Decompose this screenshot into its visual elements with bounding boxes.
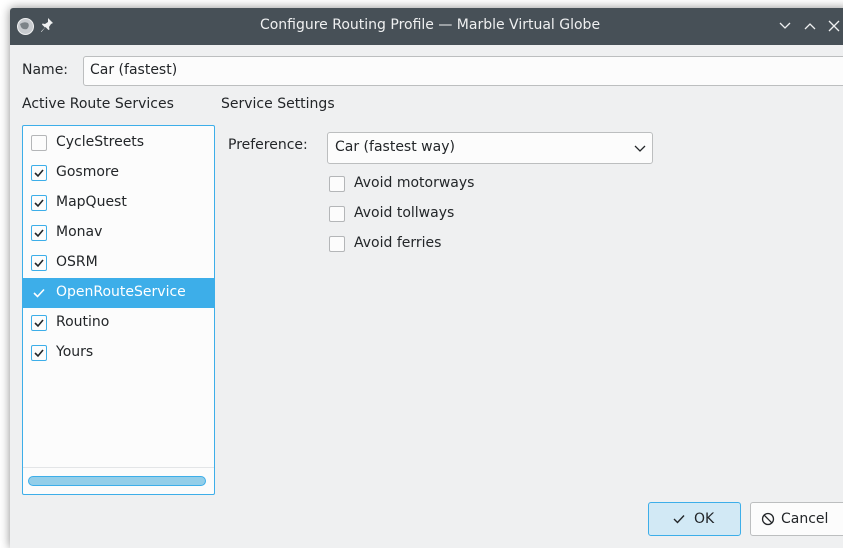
list-item-label: OSRM [56,254,98,270]
horizontal-scrollbar[interactable] [28,476,206,486]
list-item[interactable]: Yours [23,338,214,368]
list-item-label: Monav [56,224,103,240]
checkbox[interactable] [329,176,345,192]
list-item-label: Routino [56,314,110,330]
checkbox[interactable] [31,165,47,181]
check-icon [673,515,685,524]
title-bar[interactable]: Configure Routing Profile — Marble Virtu… [10,8,843,45]
cancel-label: Cancel [781,511,829,527]
list-item-selected[interactable]: OpenRouteService [23,278,214,308]
divider [23,467,214,468]
checkbox[interactable] [329,236,345,252]
chevron-down-icon [634,145,646,152]
list-item[interactable]: MapQuest [23,188,214,218]
check-icon [34,169,44,178]
checkbox[interactable] [31,315,47,331]
checkbox[interactable] [31,135,47,151]
list-item[interactable]: Routino [23,308,214,338]
checkbox[interactable] [329,206,345,222]
list-item-label: Gosmore [56,164,119,180]
check-icon [34,229,44,238]
route-services-list[interactable]: CycleStreets Gosmore MapQuest Monav OSRM [22,125,215,495]
preference-label: Preference: [228,137,308,153]
option-label: Avoid motorways [354,175,475,191]
name-input[interactable]: Car (fastest) [83,56,843,86]
cancel-icon [761,512,775,526]
settings-heading: Service Settings [221,96,335,112]
checkbox[interactable] [31,195,47,211]
option-label: Avoid tollways [354,205,455,221]
ok-label: OK [694,511,715,527]
check-icon [34,349,44,358]
maximize-icon[interactable] [802,18,818,34]
ok-button[interactable]: OK [648,502,741,536]
name-label: Name: [22,62,69,78]
check-icon [34,259,44,268]
list-item[interactable]: Gosmore [23,158,214,188]
list-item-label: CycleStreets [56,134,145,150]
option-label: Avoid ferries [354,235,442,251]
avoid-motorways-option[interactable]: Avoid motorways [329,175,529,195]
checkbox[interactable] [31,345,47,361]
checkbox[interactable] [31,255,47,271]
avoid-ferries-option[interactable]: Avoid ferries [329,235,529,255]
checkbox[interactable] [31,225,47,241]
preference-value: Car (fastest way) [335,139,455,155]
minimize-icon[interactable] [777,18,793,34]
check-icon[interactable] [32,286,46,300]
list-item[interactable]: OSRM [23,248,214,278]
cancel-button[interactable]: Cancel [750,502,843,536]
dialog-window: Configure Routing Profile — Marble Virtu… [10,8,843,548]
close-icon[interactable] [826,18,842,34]
list-item[interactable]: CycleStreets [23,128,214,158]
list-item-label: Yours [56,344,94,360]
list-item[interactable]: Monav [23,218,214,248]
list-item-label: OpenRouteService [56,284,186,300]
avoid-tollways-option[interactable]: Avoid tollways [329,205,529,225]
check-icon [34,319,44,328]
window-title: Configure Routing Profile — Marble Virtu… [259,17,601,33]
check-icon [34,199,44,208]
preference-select[interactable]: Car (fastest way) [327,132,653,164]
list-item-label: MapQuest [56,194,127,210]
services-heading: Active Route Services [22,96,174,112]
